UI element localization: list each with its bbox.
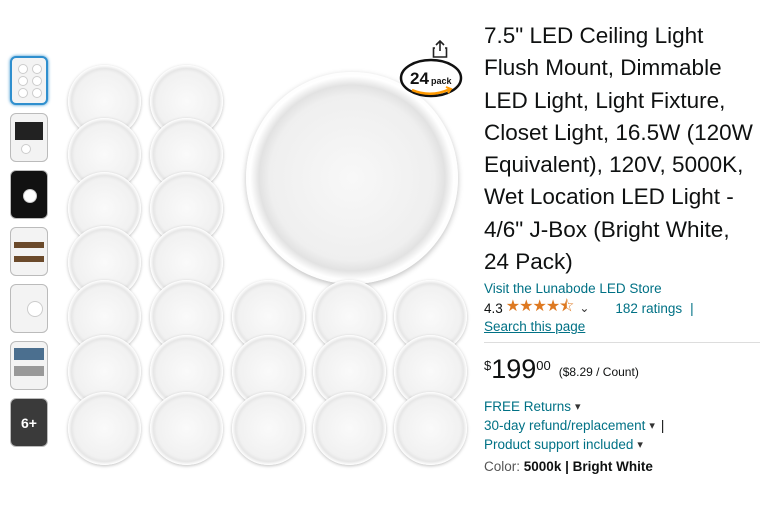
thumb-light-icon [32, 64, 42, 74]
product-title: 7.5" LED Ceiling Light Flush Mount, Dimm… [484, 23, 753, 275]
thumb-light-icon [32, 88, 42, 98]
ceiling-light [394, 392, 467, 465]
main-product-image[interactable] [62, 52, 472, 492]
svg-text:24: 24 [410, 69, 429, 88]
price: $ 199 00 ($8.29 / Count) [484, 355, 760, 383]
thumb-light-icon [23, 189, 37, 203]
pack-count-badge: 24 pack [399, 58, 463, 98]
price-currency: $ [484, 358, 492, 374]
thumb-infographic-image [14, 348, 44, 360]
product-info: 7.5" LED Ceiling Light Flush Mount, Dimm… [484, 20, 760, 474]
separator: | [660, 418, 665, 434]
thumbnail-more[interactable]: 6+ [10, 398, 48, 447]
thumb-light-icon [18, 88, 28, 98]
refund-link[interactable]: 30-day refund/replacement [484, 418, 645, 433]
ratings-count-link[interactable]: 182 ratings [615, 301, 682, 316]
rating-value: 4.3 [484, 300, 503, 316]
ceiling-light [313, 392, 386, 465]
thumbnail-2[interactable] [10, 113, 48, 162]
thumbnail-4[interactable] [10, 227, 48, 276]
chevron-down-icon[interactable]: ▾ [575, 400, 581, 413]
price-whole: 199 [491, 354, 537, 385]
divider [484, 342, 760, 344]
thumb-room-image [15, 122, 43, 140]
support-row[interactable]: Product support included ▾ [484, 437, 760, 452]
thumb-shelf-image [14, 242, 44, 248]
thumbnail-1[interactable] [10, 56, 48, 105]
thumbnail-6[interactable] [10, 341, 48, 390]
thumbnail-strip: 6+ [10, 56, 52, 455]
color-value: 5000k | Bright White [523, 459, 653, 475]
thumb-light-icon [18, 76, 28, 86]
ceiling-light [232, 392, 305, 465]
ceiling-light-large [246, 72, 458, 284]
thumb-light-icon [32, 76, 42, 86]
refund-row[interactable]: 30-day refund/replacement ▾ | [484, 418, 760, 433]
thumb-shelf-image [14, 256, 44, 262]
more-images-label: 6+ [11, 399, 47, 446]
rating-row: 4.3 ★★★★⯪ ⌄ 182 ratings | [484, 298, 760, 318]
chevron-down-icon[interactable]: ▾ [649, 419, 655, 432]
free-returns-row[interactable]: FREE Returns ▾ [484, 399, 760, 414]
thumb-light-icon [21, 144, 31, 154]
thumb-light-icon [27, 301, 43, 317]
thumb-light-icon [18, 64, 28, 74]
ceiling-light [150, 392, 223, 465]
color-selection: Color: 5000k | Bright White [484, 459, 760, 474]
thumbnail-5[interactable] [10, 284, 48, 333]
chevron-down-icon[interactable]: ▾ [637, 438, 643, 451]
color-label: Color: [484, 459, 521, 475]
thumbnail-3[interactable] [10, 170, 48, 219]
separator: | [690, 300, 694, 316]
ceiling-light [68, 392, 141, 465]
free-returns-link[interactable]: FREE Returns [484, 399, 571, 414]
star-rating-icon[interactable]: ★★★★⯪ [506, 295, 575, 322]
svg-text:pack: pack [431, 76, 453, 86]
chevron-down-icon[interactable]: ⌄ [579, 301, 589, 315]
price-fraction: 00 [536, 358, 551, 374]
price-per-unit: ($8.29 / Count) [558, 365, 639, 380]
share-icon[interactable] [432, 40, 448, 58]
support-link[interactable]: Product support included [484, 437, 633, 452]
thumb-infographic-image [14, 366, 44, 376]
search-page-link[interactable]: Search this page [484, 319, 760, 334]
